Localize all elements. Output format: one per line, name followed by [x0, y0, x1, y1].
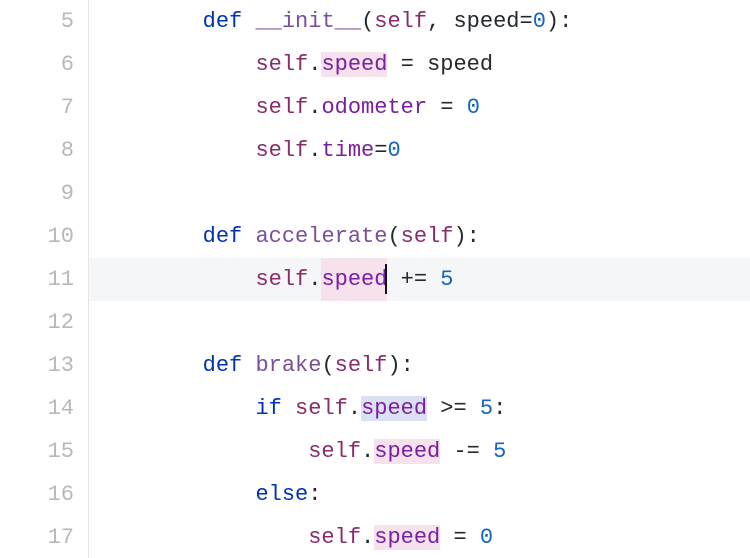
code-line[interactable]: self.speed = speed	[89, 43, 750, 86]
code-token: self	[255, 267, 308, 292]
code-token: if	[255, 396, 295, 421]
code-token: (	[387, 224, 400, 249]
code-token: self	[308, 439, 361, 464]
code-token: =	[427, 95, 467, 120]
line-number: 12	[0, 301, 74, 344]
code-token: accelerate	[255, 224, 387, 249]
code-token: 0	[480, 525, 493, 550]
code-token: self	[255, 138, 308, 163]
line-number: 8	[0, 129, 74, 172]
line-number: 14	[0, 387, 74, 430]
code-line[interactable]: if self.speed >= 5:	[89, 387, 750, 430]
line-number: 16	[0, 473, 74, 516]
line-number: 15	[0, 430, 74, 473]
code-token: .	[361, 439, 374, 464]
code-token: 5	[480, 396, 493, 421]
code-token: self	[255, 52, 308, 77]
line-number: 7	[0, 86, 74, 129]
line-number: 10	[0, 215, 74, 258]
code-token: :	[308, 482, 321, 507]
code-token: :	[493, 396, 506, 421]
code-token: .	[348, 396, 361, 421]
code-token: (	[321, 353, 334, 378]
line-number: 17	[0, 516, 74, 558]
code-token: 0	[467, 95, 480, 120]
code-token: speed	[374, 439, 440, 464]
code-token: +=	[387, 267, 440, 292]
code-token: else	[255, 482, 308, 507]
code-token: self	[295, 396, 348, 421]
code-token: ):	[453, 224, 479, 249]
code-line[interactable]: def accelerate(self):	[89, 215, 750, 258]
code-token: ):	[546, 9, 572, 34]
line-number: 11	[0, 258, 74, 301]
code-token: self	[401, 224, 454, 249]
code-line[interactable]: def brake(self):	[89, 344, 750, 387]
code-token: ,	[427, 9, 453, 34]
code-token: =	[387, 52, 427, 77]
code-token: =	[440, 525, 480, 550]
code-token: def	[203, 224, 256, 249]
code-token: =	[374, 138, 387, 163]
code-token: speed	[321, 52, 387, 77]
code-token: .	[308, 52, 321, 77]
code-token: time	[321, 138, 374, 163]
code-token: brake	[255, 353, 321, 378]
code-token: speed	[361, 396, 427, 421]
code-line[interactable]: def __init__(self, speed=0):	[89, 0, 750, 43]
line-number: 6	[0, 43, 74, 86]
code-token: self	[335, 353, 388, 378]
code-token: speed	[374, 525, 440, 550]
code-line[interactable]	[89, 172, 750, 215]
code-area[interactable]: def __init__(self, speed=0): self.speed …	[89, 0, 750, 558]
code-token: self	[374, 9, 427, 34]
code-token: 0	[533, 9, 546, 34]
code-token: .	[308, 138, 321, 163]
code-line[interactable]: else:	[89, 473, 750, 516]
code-token: self	[255, 95, 308, 120]
code-line[interactable]: self.speed -= 5	[89, 430, 750, 473]
code-editor[interactable]: 567891011121314151617 def __init__(self,…	[0, 0, 750, 558]
code-token: odometer	[321, 95, 427, 120]
code-token: def	[203, 9, 256, 34]
code-token: speed	[427, 52, 493, 77]
code-token: .	[361, 525, 374, 550]
code-token: self	[308, 525, 361, 550]
code-token: 0	[387, 138, 400, 163]
line-number: 5	[0, 0, 74, 43]
code-token: >=	[427, 396, 480, 421]
code-token: speed	[453, 9, 519, 34]
code-token: .	[308, 267, 321, 292]
code-token: 5	[440, 267, 453, 292]
code-token: __init__	[255, 9, 361, 34]
line-number: 13	[0, 344, 74, 387]
code-line[interactable]	[89, 301, 750, 344]
code-line[interactable]: self.odometer = 0	[89, 86, 750, 129]
code-token: def	[203, 353, 256, 378]
code-line[interactable]: self.time=0	[89, 129, 750, 172]
code-token: (	[361, 9, 374, 34]
code-line[interactable]: self.speed = 0	[89, 516, 750, 558]
code-token: speed	[321, 258, 387, 301]
line-number-gutter: 567891011121314151617	[0, 0, 88, 558]
code-token: -=	[440, 439, 493, 464]
code-token: =	[520, 9, 533, 34]
code-token: 5	[493, 439, 506, 464]
code-token: ):	[387, 353, 413, 378]
code-line[interactable]: self.speed += 5	[89, 258, 750, 301]
line-number: 9	[0, 172, 74, 215]
code-token: .	[308, 95, 321, 120]
